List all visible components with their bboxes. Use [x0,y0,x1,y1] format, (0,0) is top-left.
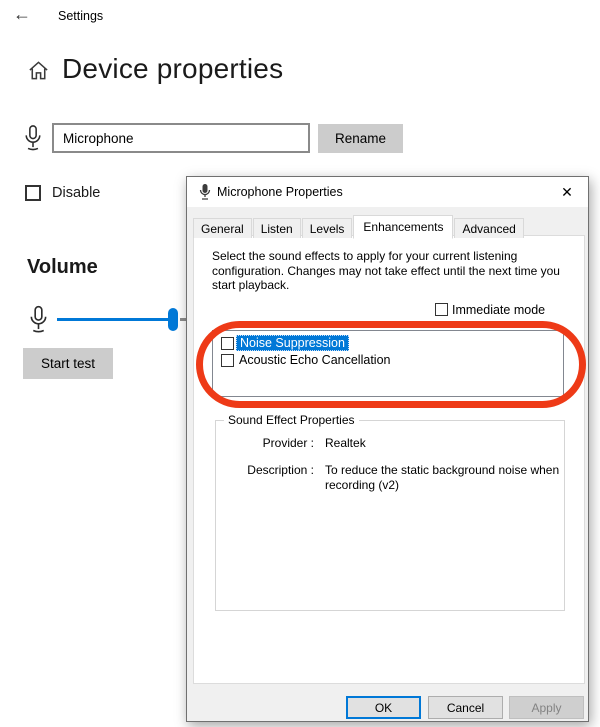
volume-slider-track-filled[interactable] [57,318,169,321]
dialog-microphone-icon [198,183,212,201]
dialog-titlebar[interactable]: Microphone Properties ✕ [187,177,588,207]
home-icon [27,59,50,82]
cancel-button[interactable]: Cancel [428,696,503,719]
sound-effects-listbox[interactable]: Noise Suppression Acoustic Echo Cancella… [212,330,564,397]
acoustic-echo-cancellation-label[interactable]: Acoustic Echo Cancellation [239,353,390,367]
page-title: Device properties [62,53,283,85]
device-name-input[interactable] [52,123,310,153]
back-button[interactable]: ← [13,4,31,25]
close-icon[interactable]: ✕ [556,182,578,202]
tab-general[interactable]: General [193,218,252,238]
enhancements-description: Select the sound effects to apply for yo… [212,249,580,293]
acoustic-echo-cancellation-checkbox[interactable] [221,354,234,367]
immediate-mode-label[interactable]: Immediate mode [452,303,545,317]
immediate-mode-checkbox[interactable] [435,303,448,316]
noise-suppression-checkbox[interactable] [221,337,234,350]
enhancements-tab-page: Select the sound effects to apply for yo… [193,235,585,684]
volume-heading: Volume [27,256,98,279]
group-title: Sound Effect Properties [224,413,359,427]
dialog-title: Microphone Properties [217,185,343,199]
description-label: Description : [216,463,314,477]
app-title: Settings [58,9,103,23]
disable-label[interactable]: Disable [52,185,100,201]
sound-effect-properties-group: Sound Effect Properties Provider : Realt… [215,420,565,611]
description-value: To reduce the static background noise wh… [325,463,573,493]
apply-button[interactable]: Apply [509,696,584,719]
provider-value: Realtek [325,436,366,450]
tab-listen[interactable]: Listen [253,218,301,238]
volume-microphone-icon [29,305,48,336]
microphone-properties-dialog: Microphone Properties ✕ General Listen L… [186,176,589,722]
dialog-tab-strip: General Listen Levels Enhancements Advan… [193,214,525,238]
disable-row: Disable [25,185,145,205]
start-test-button[interactable]: Start test [23,348,113,379]
tab-advanced[interactable]: Advanced [454,218,523,238]
ok-button[interactable]: OK [346,696,421,719]
provider-label: Provider : [216,436,314,450]
disable-checkbox[interactable] [25,185,41,201]
noise-suppression-label[interactable]: Noise Suppression [236,335,349,351]
tab-levels[interactable]: Levels [302,218,353,238]
tab-enhancements[interactable]: Enhancements [353,215,453,239]
rename-button[interactable]: Rename [318,124,403,153]
microphone-icon [24,124,42,154]
volume-slider-thumb[interactable] [168,308,178,331]
